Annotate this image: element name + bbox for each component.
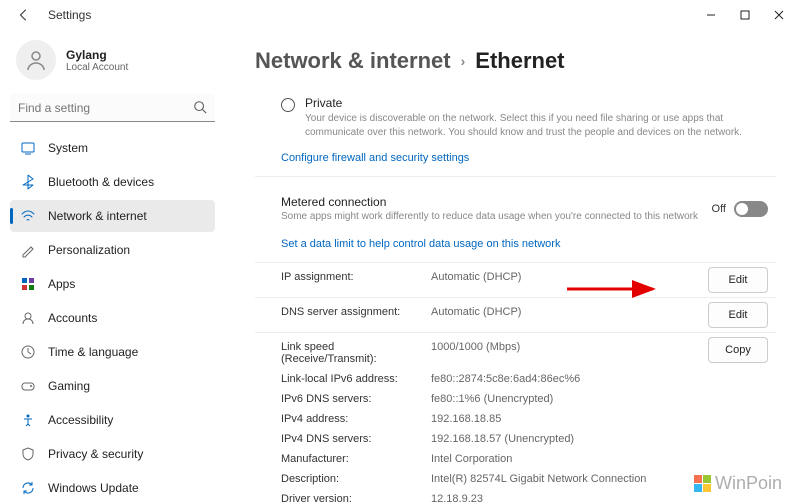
apps-icon	[20, 276, 36, 292]
breadcrumb-parent[interactable]: Network & internet	[255, 48, 451, 74]
sidebar-item-label: Gaming	[48, 379, 90, 393]
detail-row: Manufacturer:Intel Corporation	[281, 449, 768, 469]
person-icon	[24, 48, 48, 72]
sidebar-item-accessibility[interactable]: Accessibility	[10, 404, 215, 436]
sidebar-item-label: Network & internet	[48, 209, 147, 223]
data-limit-link[interactable]: Set a data limit to help control data us…	[281, 238, 560, 250]
sidebar-item-time-language[interactable]: Time & language	[10, 336, 215, 368]
account-block[interactable]: Gylang Local Account	[10, 36, 215, 90]
metered-label: Metered connection	[281, 195, 698, 209]
ip-edit-button[interactable]: Edit	[708, 267, 768, 293]
metered-toggle-label: Off	[712, 203, 726, 215]
sidebar-item-label: Time & language	[48, 345, 138, 359]
radio-icon	[281, 98, 295, 112]
wifi-icon	[20, 208, 36, 224]
paint-icon	[20, 242, 36, 258]
avatar	[16, 40, 56, 80]
time-icon	[20, 344, 36, 360]
sidebar-item-label: Accounts	[48, 311, 97, 325]
accessibility-icon	[20, 412, 36, 428]
sidebar-item-label: System	[48, 141, 88, 155]
detail-row: IPv4 DNS servers:192.168.18.57 (Unencryp…	[281, 429, 768, 449]
sidebar-item-apps[interactable]: Apps	[10, 268, 215, 300]
sidebar-item-windows-update[interactable]: Windows Update	[10, 472, 215, 504]
watermark: WinPoin	[694, 473, 782, 494]
detail-row: Link-local IPv6 address:fe80::2874:5c8e:…	[281, 369, 768, 389]
ip-assignment-row: IP assignment: Automatic (DHCP)	[281, 267, 768, 287]
sidebar-item-privacy-security[interactable]: Privacy & security	[10, 438, 215, 470]
breadcrumb-current: Ethernet	[475, 48, 564, 74]
accounts-icon	[20, 310, 36, 326]
sidebar-item-label: Apps	[48, 277, 75, 291]
sidebar-item-accounts[interactable]: Accounts	[10, 302, 215, 334]
sidebar-item-gaming[interactable]: Gaming	[10, 370, 215, 402]
bluetooth-icon	[20, 174, 36, 190]
metered-toggle[interactable]	[734, 201, 768, 217]
gaming-icon	[20, 378, 36, 394]
sidebar-item-personalization[interactable]: Personalization	[10, 234, 215, 266]
sidebar-item-label: Windows Update	[48, 481, 139, 495]
account-name: Gylang	[66, 48, 128, 62]
private-label: Private	[305, 96, 776, 110]
sidebar-item-label: Privacy & security	[48, 447, 143, 461]
sidebar-item-network-internet[interactable]: Network & internet	[10, 200, 215, 232]
arrow-left-icon	[17, 8, 31, 22]
account-type: Local Account	[66, 62, 128, 73]
sidebar-item-label: Accessibility	[48, 413, 113, 427]
detail-row: Link speed (Receive/Transmit):1000/1000 …	[281, 337, 768, 369]
search-icon	[193, 100, 207, 119]
window-title: Settings	[48, 8, 91, 22]
breadcrumb: Network & internet › Ethernet	[255, 48, 776, 74]
update-icon	[20, 480, 36, 496]
maximize-button[interactable]	[728, 1, 762, 29]
dns-edit-button[interactable]: Edit	[708, 302, 768, 328]
copy-button[interactable]: Copy	[708, 337, 768, 363]
privacy-icon	[20, 446, 36, 462]
windows-logo-icon	[694, 475, 711, 492]
minimize-button[interactable]	[694, 1, 728, 29]
sidebar-item-label: Bluetooth & devices	[48, 175, 154, 189]
detail-row: IPv4 address:192.168.18.85	[281, 409, 768, 429]
system-icon	[20, 140, 36, 156]
search-input[interactable]	[10, 94, 215, 122]
close-button[interactable]	[762, 1, 796, 29]
back-button[interactable]	[12, 3, 36, 27]
sidebar-item-label: Personalization	[48, 243, 130, 257]
detail-row: IPv6 DNS servers:fe80::1%6 (Unencrypted)	[281, 389, 768, 409]
dns-assignment-row: DNS server assignment: Automatic (DHCP)	[281, 302, 768, 322]
metered-row: Metered connection Some apps might work …	[255, 185, 776, 232]
private-profile-option[interactable]: Private Your device is discoverable on t…	[255, 96, 776, 146]
sidebar-item-bluetooth-devices[interactable]: Bluetooth & devices	[10, 166, 215, 198]
sidebar-item-system[interactable]: System	[10, 132, 215, 164]
private-desc: Your device is discoverable on the netwo…	[305, 112, 776, 140]
chevron-right-icon: ›	[461, 53, 466, 69]
firewall-link[interactable]: Configure firewall and security settings	[281, 152, 469, 164]
metered-desc: Some apps might work differently to redu…	[281, 211, 698, 222]
